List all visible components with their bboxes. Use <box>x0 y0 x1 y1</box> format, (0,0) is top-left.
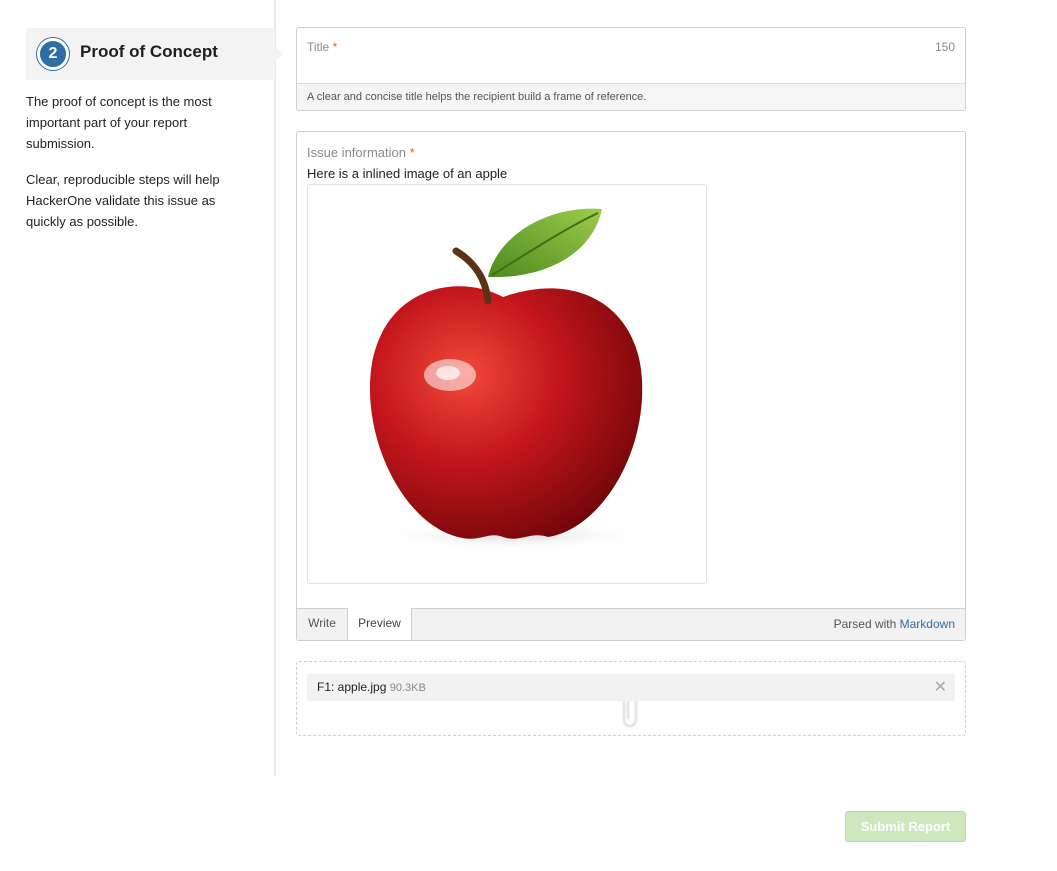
title-label-text: Title <box>307 40 330 54</box>
title-char-count: 150 <box>934 40 955 54</box>
apple-illustration <box>369 208 653 551</box>
step-title: Proof of Concept <box>80 42 218 61</box>
submit-report-button[interactable]: Submit Report <box>845 811 966 842</box>
attachment-name: F1: apple.jpg <box>317 680 387 694</box>
tab-write[interactable]: Write <box>297 608 348 640</box>
title-help-text: A clear and concise title helps the reci… <box>297 83 965 110</box>
preview-text: Here is a inlined image of an apple <box>307 166 508 181</box>
markdown-link[interactable]: Markdown <box>900 617 955 631</box>
issue-label: Issue information * <box>307 145 415 160</box>
step-number-badge: 2 <box>37 38 69 70</box>
attachment-size: 90.3KB <box>389 682 426 694</box>
required-asterisk: * <box>332 40 338 54</box>
apple-image <box>307 184 707 584</box>
step-header: 2 Proof of Concept <box>26 28 283 80</box>
attachment-row: F1: apple.jpg 90.3KB ✕ <box>307 674 955 701</box>
editor-tabs: Write Preview Parsed with Markdown <box>297 608 965 640</box>
remove-attachment-icon[interactable]: ✕ <box>934 674 947 701</box>
parsed-with-note: Parsed with Markdown <box>834 617 955 631</box>
sidebar-description: The proof of concept is the most importa… <box>26 94 212 151</box>
attachments-dropzone[interactable]: F1: apple.jpg 90.3KB ✕ <box>296 661 966 736</box>
title-input[interactable] <box>297 58 965 82</box>
sidebar: 2 Proof of Concept The proof of concept … <box>0 0 283 776</box>
title-field: Title * 150 A clear and concise title he… <box>296 27 966 111</box>
issue-label-text: Issue information <box>307 145 406 160</box>
parsed-prefix: Parsed with <box>833 617 897 631</box>
sidebar-hint: Clear, reproducible steps will help Hack… <box>26 172 220 229</box>
required-asterisk: * <box>409 145 415 160</box>
issue-information-field: Issue information * Here is a inlined im… <box>296 131 966 641</box>
tab-preview[interactable]: Preview <box>348 608 412 640</box>
title-label: Title * <box>307 40 337 54</box>
